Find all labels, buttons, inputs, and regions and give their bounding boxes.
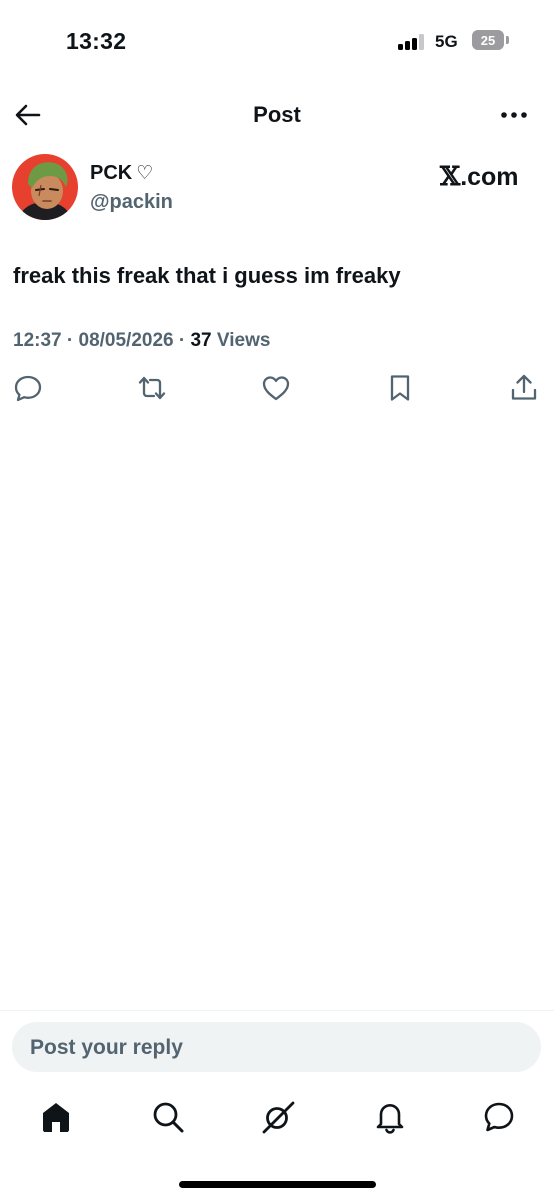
bookmark-icon [390,375,410,401]
battery-level: 25 [480,32,496,48]
message-icon [484,1102,514,1132]
page-title: Post [253,102,301,127]
repost-icon [138,376,166,400]
reply-placeholder: Post your reply [30,1036,183,1059]
tab-home[interactable] [38,1099,74,1135]
meta-separator: · [178,330,186,351]
grok-icon [262,1101,295,1134]
avatar-illustration [12,154,78,220]
tab-notifications[interactable] [372,1099,408,1135]
views-count: 37 [190,330,212,351]
reply-icon [14,375,42,402]
bell-icon [376,1104,404,1134]
x-com-badge: 𝕏.com [440,162,519,192]
post-actions [0,372,554,408]
home-indicator[interactable] [179,1181,376,1188]
bookmark-button[interactable] [384,372,416,404]
tab-search[interactable] [150,1099,186,1135]
tab-messages[interactable] [481,1099,517,1135]
status-time: 13:32 [66,28,127,54]
battery-nub [506,36,509,44]
views-label: Views [216,330,271,351]
like-button[interactable] [260,372,292,404]
more-horizontal-icon [501,112,527,118]
network-type: 5G [435,32,458,51]
repost-button[interactable] [136,372,168,404]
post-time[interactable]: 12:37 [13,330,62,351]
share-button[interactable] [508,372,540,404]
reply-button[interactable] [12,372,44,404]
display-name[interactable]: PCK ♡ [90,162,153,185]
reply-input[interactable]: Post your reply [12,1022,541,1072]
home-icon [43,1103,69,1132]
reply-divider [0,1010,554,1011]
cellular-signal-icon [398,34,426,50]
x-logo-letter: 𝕏 [440,162,461,192]
post-author: PCK ♡ @packin 𝕏.com [0,154,554,224]
tab-grok[interactable] [260,1099,296,1135]
display-name-text: PCK [90,162,133,184]
meta-separator: · [66,330,74,351]
name-heart-glyph: ♡ [136,162,154,184]
post-date[interactable]: 08/05/2026 [79,330,174,351]
more-options-button[interactable] [494,102,534,128]
post-text: freak this freak that i guess im freaky [13,263,401,288]
post-meta: 12:37 · 08/05/2026 · 37 Views [13,330,270,352]
heart-icon [262,376,290,401]
share-icon [511,374,537,400]
x-com-suffix: .com [460,163,519,191]
avatar[interactable] [12,154,78,220]
header: Post [0,88,554,142]
user-handle[interactable]: @packin [90,191,173,214]
search-icon [153,1102,184,1133]
status-bar: 13:32 5G 25 [0,0,554,84]
post-detail-screen: 13:32 5G 25 Post PCK ♡ @packin 𝕏.com fre… [0,0,554,1200]
bottom-tab-bar [0,1095,554,1145]
battery-icon: 25 [472,30,504,50]
